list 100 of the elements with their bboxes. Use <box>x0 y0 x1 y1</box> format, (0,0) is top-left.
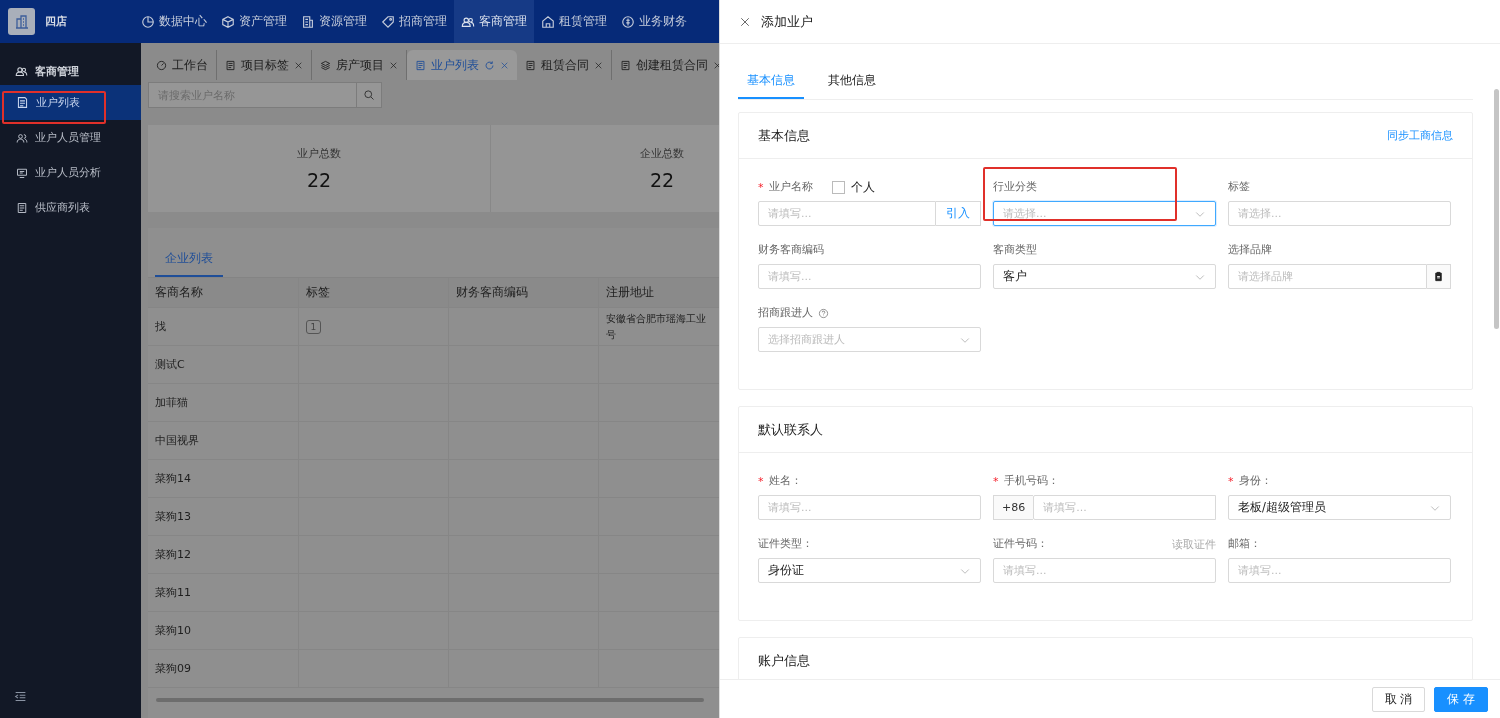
field-label: 证件类型： <box>758 537 813 551</box>
stat-value: 22 <box>306 169 332 191</box>
document-icon <box>301 14 315 29</box>
collapse-menu-icon <box>14 690 27 703</box>
required-mark: * <box>993 474 999 488</box>
table-cell: 测试C <box>155 357 185 371</box>
chart-icon <box>141 14 155 29</box>
column-header: 财务客商编码 <box>448 278 598 308</box>
nav-item[interactable]: 招商管理 <box>374 0 454 43</box>
table-cell: 加菲猫 <box>155 395 188 409</box>
page-tab[interactable]: 业户列表 <box>407 50 517 80</box>
field-label: 选择品牌 <box>1228 243 1272 257</box>
page-tab[interactable]: 租赁合同 <box>517 50 612 80</box>
section-title: 基本信息 <box>758 126 810 145</box>
clipboard-button[interactable] <box>1427 264 1451 289</box>
select-field[interactable]: 老板/超级管理员 <box>1228 495 1451 520</box>
field-label: 身份： <box>1238 474 1272 488</box>
layers-icon <box>320 59 331 71</box>
form-tab[interactable]: 基本信息 <box>738 73 804 99</box>
close-icon <box>739 15 751 28</box>
store-name: 四店 <box>45 14 67 29</box>
nav-item[interactable]: 租赁管理 <box>534 0 614 43</box>
country-code: +86 <box>993 495 1034 520</box>
close-icon <box>389 60 398 70</box>
table-cell-text: 安徽省合肥市瑶海工业 号 <box>605 311 707 342</box>
tag-icon <box>381 14 395 29</box>
table-cell: 菜狗09 <box>155 661 191 675</box>
sidebar-item[interactable]: 供应商列表 <box>0 190 141 225</box>
import-button[interactable]: 引入 <box>936 201 981 226</box>
table-cell: 中国视界 <box>155 433 199 447</box>
users-icon <box>15 64 28 78</box>
table-cell: 找 <box>155 319 166 333</box>
search-icon <box>363 89 375 101</box>
column-header: 注册地址 <box>598 278 719 308</box>
stat-value: 22 <box>649 169 675 191</box>
users-icon <box>16 131 28 144</box>
page-tab[interactable]: 工作台 <box>148 50 217 80</box>
section-title: 账户信息 <box>758 651 810 670</box>
stat-label: 企业总数 <box>640 146 684 161</box>
table-cell: 菜狗14 <box>155 471 191 485</box>
section-title: 默认联系人 <box>758 420 823 439</box>
document-icon <box>16 96 29 109</box>
select-field[interactable]: 客户 <box>993 264 1216 289</box>
stat-label: 业户总数 <box>297 146 341 161</box>
form-tab[interactable]: 其他信息 <box>819 73 885 99</box>
required-mark: * <box>758 180 764 194</box>
clipboard-icon <box>1433 271 1444 282</box>
document-icon <box>525 59 536 71</box>
cube-icon <box>221 14 235 29</box>
sync-link[interactable]: 同步工商信息 <box>1387 128 1453 143</box>
field-label: 手机号码： <box>1003 474 1059 488</box>
monitor-icon <box>16 166 28 179</box>
document-icon <box>620 59 631 71</box>
field-label: 姓名： <box>768 474 802 488</box>
nav-item[interactable]: 资产管理 <box>214 0 294 43</box>
tag-badge: 1 <box>305 319 322 334</box>
select-field[interactable]: 身份证 <box>758 558 981 583</box>
field-label: 招商跟进人 <box>758 306 813 320</box>
nav-item[interactable]: 业务财务 <box>614 0 694 43</box>
save-button[interactable]: 保 存 <box>1434 686 1488 712</box>
house-icon <box>541 14 555 29</box>
table-cell: 菜狗12 <box>155 547 191 561</box>
close-button[interactable] <box>739 15 751 28</box>
field-label: 财务客商编码 <box>758 243 824 257</box>
document-icon <box>415 59 426 71</box>
buildings-icon <box>13 13 30 30</box>
field-label: 行业分类 <box>993 180 1037 194</box>
close-icon <box>294 60 303 70</box>
field-label: 证件号码： <box>993 537 1048 551</box>
field-label: 客商类型 <box>993 243 1037 257</box>
gauge-icon <box>156 59 167 71</box>
refresh-icon <box>484 59 495 71</box>
document-icon <box>225 59 236 71</box>
sidebar-item[interactable]: 业户人员分析 <box>0 155 141 190</box>
table-cell: 菜狗11 <box>155 585 191 599</box>
cancel-button[interactable]: 取 消 <box>1371 686 1426 712</box>
nav-item[interactable]: 客商管理 <box>454 0 534 43</box>
field-label: 业户名称 <box>768 180 813 194</box>
close-icon <box>594 60 603 70</box>
search-button[interactable] <box>357 82 382 108</box>
table-cell: 菜狗13 <box>155 509 191 523</box>
page-tab[interactable]: 项目标签 <box>217 50 312 80</box>
required-mark: * <box>1228 474 1234 488</box>
users-icon <box>461 14 475 29</box>
sidebar-item[interactable]: 业户人员管理 <box>0 120 141 155</box>
scrollbar[interactable] <box>1493 89 1499 329</box>
checkbox[interactable]: 个人 <box>831 179 875 195</box>
table-cell: 菜狗10 <box>155 623 191 637</box>
field-label: 邮箱： <box>1228 537 1261 551</box>
nav-item[interactable]: 资源管理 <box>294 0 374 43</box>
close-icon <box>500 60 509 70</box>
coin-icon <box>621 14 635 29</box>
sidebar-title: 客商管理 <box>35 63 79 79</box>
required-mark: * <box>758 474 764 488</box>
column-header: 标签 <box>298 278 448 308</box>
nav-item[interactable]: 数据中心 <box>134 0 214 43</box>
document-icon <box>16 201 28 214</box>
field-label: 标签 <box>1228 180 1250 194</box>
help-icon <box>818 307 829 319</box>
drawer-title: 添加业户 <box>761 12 813 31</box>
